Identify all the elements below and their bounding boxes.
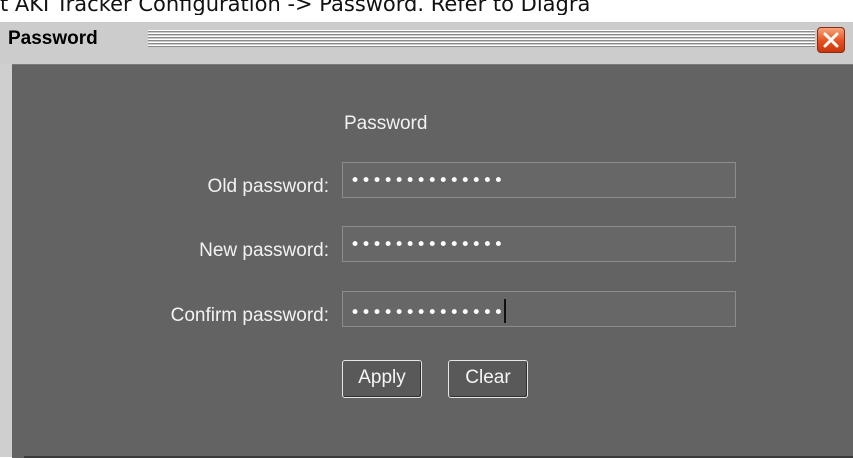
new-password-field[interactable]: •••••••••••••• xyxy=(342,226,736,262)
confirm-password-label: Confirm password: xyxy=(170,305,329,326)
apply-button[interactable]: Apply xyxy=(342,360,422,398)
confirm-password-value: •••••••••••••• xyxy=(350,299,507,324)
old-password-field[interactable]: •••••••••••••• xyxy=(342,162,736,198)
window-border-left xyxy=(0,64,12,457)
new-password-value: •••••••••••••• xyxy=(350,235,505,255)
close-button[interactable] xyxy=(817,27,845,53)
password-panel: Password Old password: •••••••••••••• Ne… xyxy=(12,64,853,458)
document-caption: t AKI Tracker Configuration -> Password.… xyxy=(0,0,591,15)
clear-button[interactable]: Clear xyxy=(448,360,528,398)
text-caret xyxy=(504,299,507,323)
new-password-label: New password: xyxy=(199,240,329,261)
form-heading: Password xyxy=(344,113,428,134)
old-password-label: Old password: xyxy=(207,176,329,197)
title-bar[interactable]: Password xyxy=(0,22,853,64)
old-password-value: •••••••••••••• xyxy=(350,171,505,191)
password-dialog: Password Password Old password: ••••••••… xyxy=(0,22,853,458)
title-grip xyxy=(148,30,815,48)
close-icon xyxy=(823,32,839,48)
window-title: Password xyxy=(8,28,98,49)
confirm-password-field[interactable]: •••••••••••••• xyxy=(342,291,736,327)
